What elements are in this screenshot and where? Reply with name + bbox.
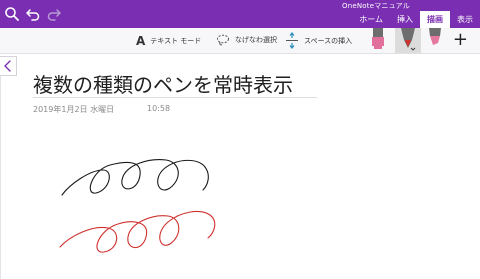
red-scribble[interactable] [59,210,216,253]
ink-canvas[interactable] [0,0,480,279]
black-scribble[interactable] [61,159,209,196]
